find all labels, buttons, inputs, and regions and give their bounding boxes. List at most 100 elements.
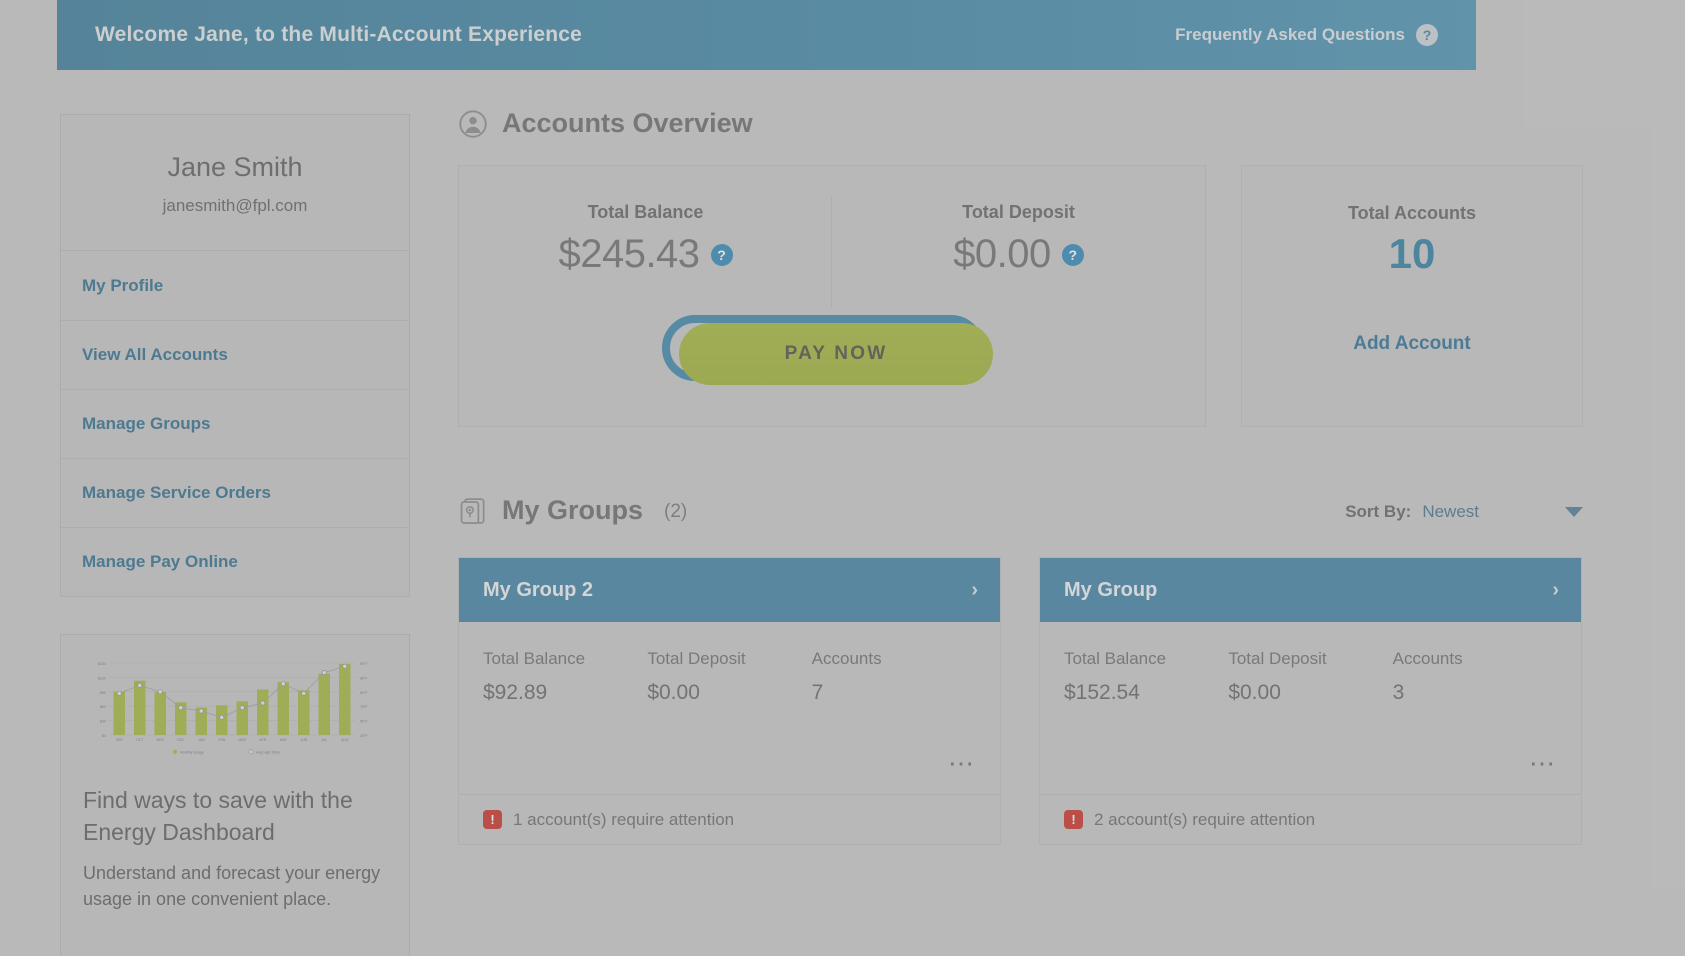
total-accounts-label: Total Accounts [1347,203,1476,223]
pay-now-container: PAY NOW [662,315,993,389]
page-title: Accounts Overview [502,108,753,138]
group-overflow-menu-icon[interactable]: ⋯ [1529,750,1557,776]
accounts-overview-header: Accounts Overview [458,108,1583,139]
promo-body: Understand and forecast your energy usag… [83,863,381,910]
sidebar-item-manage-service-orders[interactable]: Manage Service Orders [61,458,409,527]
svg-text:$90: $90 [100,691,106,695]
energy-usage-chart: $0 $30 $60 $90 $120 $150 45°F 60°F 75°F 80°F 85°F… [98,662,368,755]
svg-text:Monthly Usage: Monthly Usage [180,751,204,755]
svg-text:JAN: JAN [198,738,205,742]
group-deposit-block: Total Deposit $0.00 [1228,649,1392,705]
sidebar-item-label: Manage Service Orders [82,483,271,503]
svg-text:JUN: JUN [300,738,307,742]
chevron-right-icon[interactable]: › [1552,579,1559,602]
svg-text:MAR: MAR [238,738,246,742]
groups-list: My Group 2 › Total Balance $92.89 Total … [458,557,1583,845]
svg-text:80°F: 80°F [360,691,368,695]
group-balance-block: Total Balance $92.89 [483,649,647,705]
total-accounts-card: Total Accounts 10 Add Account [1241,165,1583,427]
group-deposit-block: Total Deposit $0.00 [647,649,811,705]
total-balance-value: $245.43 [558,232,700,276]
total-balance-label: Total Balance [587,202,704,222]
info-question-icon[interactable]: ? [710,243,733,266]
svg-text:45°F: 45°F [360,734,368,738]
sidebar-item-manage-groups[interactable]: Manage Groups [61,389,409,458]
svg-text:AUG: AUG [341,738,349,742]
my-groups-count: (2) [664,501,688,522]
group-balance-value: $152.54 [1064,681,1140,704]
group-deposit-value: $0.00 [1228,681,1281,704]
profile-email: janesmith@fpl.com [162,196,308,216]
svg-text:FEB: FEB [218,738,225,742]
user-circle-icon [459,109,487,138]
welcome-title: Welcome Jane, to the Multi-Account Exper… [95,23,583,46]
total-deposit-block: Total Deposit $0.00 ? [832,202,1205,277]
group-alert-text: 1 account(s) require attention [513,809,735,829]
sidebar: Jane Smith janesmith@fpl.com My Profile … [60,114,410,598]
faq-label: Frequently Asked Questions [1175,25,1405,44]
group-card: My Group 2 › Total Balance $92.89 Total … [458,557,1001,845]
group-card-body: Total Balance $152.54 Total Deposit $0.0… [1040,622,1581,794]
group-card-footer: ! 1 account(s) require attention [459,794,1000,844]
group-name: My Group [1064,578,1158,601]
group-balance-label: Total Balance [1064,649,1167,668]
sidebar-item-label: My Profile [82,275,164,295]
question-mark-circle-icon[interactable]: ? [1416,24,1438,46]
energy-dashboard-promo[interactable]: $0 $30 $60 $90 $120 $150 45°F 60°F 75°F 80°F 85°F… [60,634,410,956]
promo-heading: Find ways to save with the Energy Dashbo… [83,787,353,845]
group-name: My Group 2 [483,578,594,601]
sidebar-item-manage-pay-online[interactable]: Manage Pay Online [61,527,409,596]
group-accounts-block: Accounts 3 [1393,649,1557,705]
sidebar-item-view-all-accounts[interactable]: View All Accounts [61,320,409,389]
sidebar-item-my-profile[interactable]: My Profile [61,251,409,320]
svg-text:OCT: OCT [136,738,144,742]
svg-text:90°F: 90°F [360,662,368,666]
group-balance-label: Total Balance [483,649,586,668]
svg-text:DEC: DEC [177,738,185,742]
faq-link[interactable]: Frequently Asked Questions ? [1175,24,1438,46]
info-question-icon[interactable]: ? [1061,243,1084,266]
svg-text:85°F: 85°F [360,676,368,680]
my-groups-header: My Groups (2) Sort By: Newest [458,495,1583,526]
group-accounts-value: 7 [811,681,824,704]
main-content: Accounts Overview Total Balance $245.43 … [458,108,1583,845]
group-balance-value: $92.89 [483,681,548,704]
group-deposit-label: Total Deposit [647,649,746,668]
group-alert-text: 2 account(s) require attention [1094,809,1316,829]
svg-text:NOV: NOV [156,738,164,742]
sidebar-item-label: Manage Pay Online [82,552,238,572]
pay-now-button[interactable]: PAY NOW [679,323,993,385]
group-card-footer: ! 2 account(s) require attention [1040,794,1581,844]
group-accounts-label: Accounts [1392,649,1463,668]
my-groups-title: My Groups [502,495,644,525]
alert-exclamation-icon: ! [483,810,502,829]
group-accounts-value: 3 [1392,681,1405,704]
card-pin-icon [460,497,485,524]
sort-by-control[interactable]: Sort By: Newest [1345,502,1583,526]
group-accounts-block: Accounts 7 [812,649,976,705]
chevron-right-icon[interactable]: › [971,579,978,602]
balance-card: Total Balance $245.43 ? Total Deposit $0… [458,165,1206,427]
group-card-header[interactable]: My Group › [1040,558,1581,622]
top-banner: Welcome Jane, to the Multi-Account Exper… [57,0,1476,70]
svg-text:75°F: 75°F [360,705,368,709]
sort-by-label: Sort By: [1345,502,1412,521]
svg-text:$120: $120 [98,676,106,680]
sidebar-item-label: Manage Groups [82,414,211,434]
group-deposit-label: Total Deposit [1228,649,1327,668]
svg-text:$60: $60 [100,705,106,709]
total-balance-block: Total Balance $245.43 ? [459,196,832,308]
add-account-link[interactable]: Add Account [1242,333,1582,355]
group-card-header[interactable]: My Group 2 › [459,558,1000,622]
group-card: My Group › Total Balance $152.54 Total D… [1039,557,1582,845]
profile-name: Jane Smith [167,152,303,182]
alert-exclamation-icon: ! [1064,810,1083,829]
chevron-down-icon[interactable] [1565,507,1583,517]
total-deposit-label: Total Deposit [962,202,1075,222]
svg-text:$30: $30 [100,720,106,724]
svg-text:60°F: 60°F [360,720,368,724]
total-accounts-value: 10 [1388,230,1436,277]
svg-text:$150: $150 [98,662,106,666]
svg-text:$0: $0 [102,734,106,738]
group-overflow-menu-icon[interactable]: ⋯ [948,750,976,776]
